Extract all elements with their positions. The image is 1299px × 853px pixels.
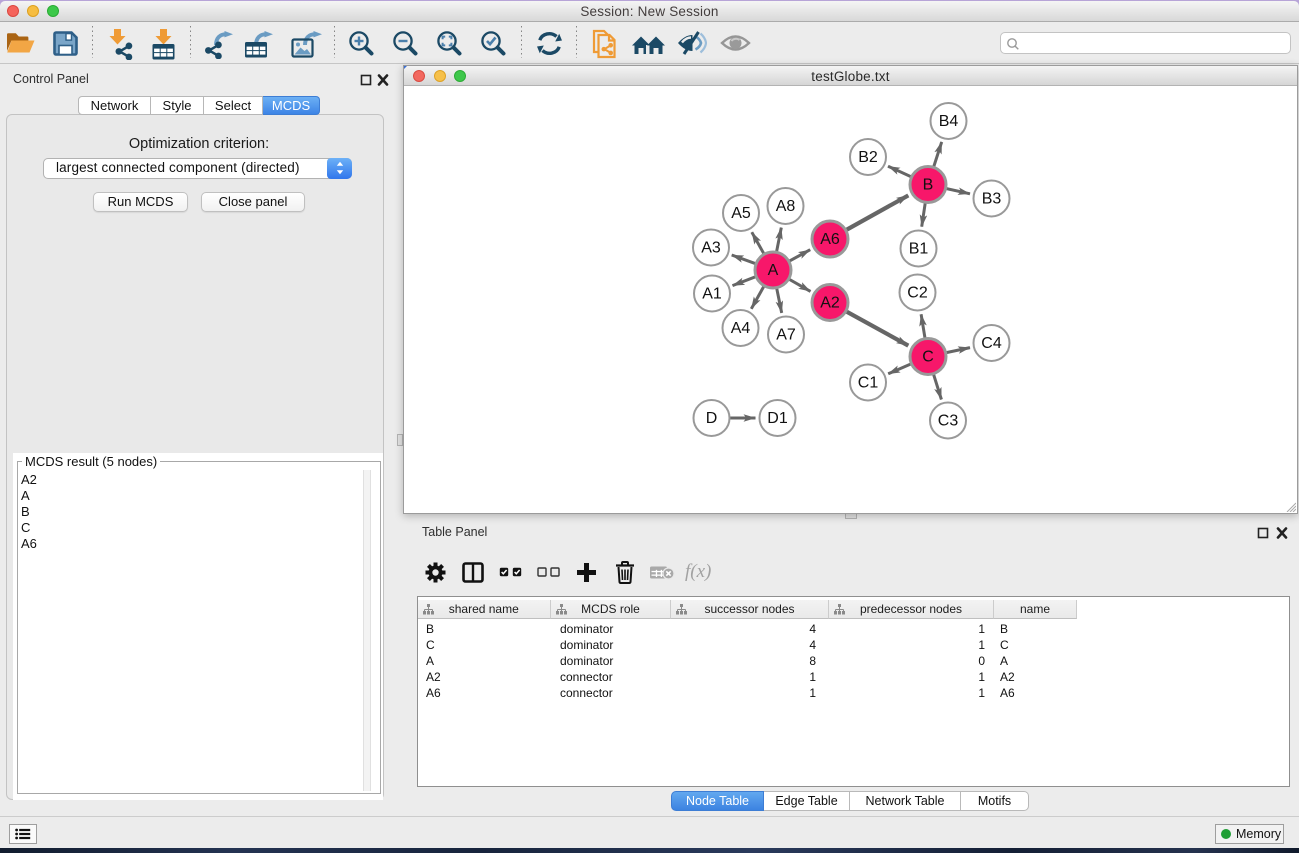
svg-text:D1: D1 xyxy=(767,410,788,427)
svg-text:A6: A6 xyxy=(820,231,840,248)
svg-text:B4: B4 xyxy=(939,113,959,130)
svg-text:D: D xyxy=(706,410,718,427)
svg-text:C3: C3 xyxy=(938,413,959,430)
svg-text:B1: B1 xyxy=(909,241,929,258)
svg-text:A3: A3 xyxy=(701,240,721,257)
svg-text:A: A xyxy=(768,262,779,279)
svg-text:A7: A7 xyxy=(776,327,796,344)
svg-text:C2: C2 xyxy=(907,285,928,302)
svg-text:A8: A8 xyxy=(776,198,796,215)
svg-text:A1: A1 xyxy=(702,286,722,303)
svg-text:C1: C1 xyxy=(858,375,879,392)
svg-text:C: C xyxy=(922,349,934,366)
svg-text:B2: B2 xyxy=(858,149,878,166)
svg-text:A5: A5 xyxy=(731,205,751,222)
svg-text:B: B xyxy=(923,177,934,194)
svg-text:B3: B3 xyxy=(982,191,1002,208)
svg-text:A4: A4 xyxy=(731,320,751,337)
svg-text:A2: A2 xyxy=(820,295,840,312)
svg-text:C4: C4 xyxy=(981,335,1002,352)
